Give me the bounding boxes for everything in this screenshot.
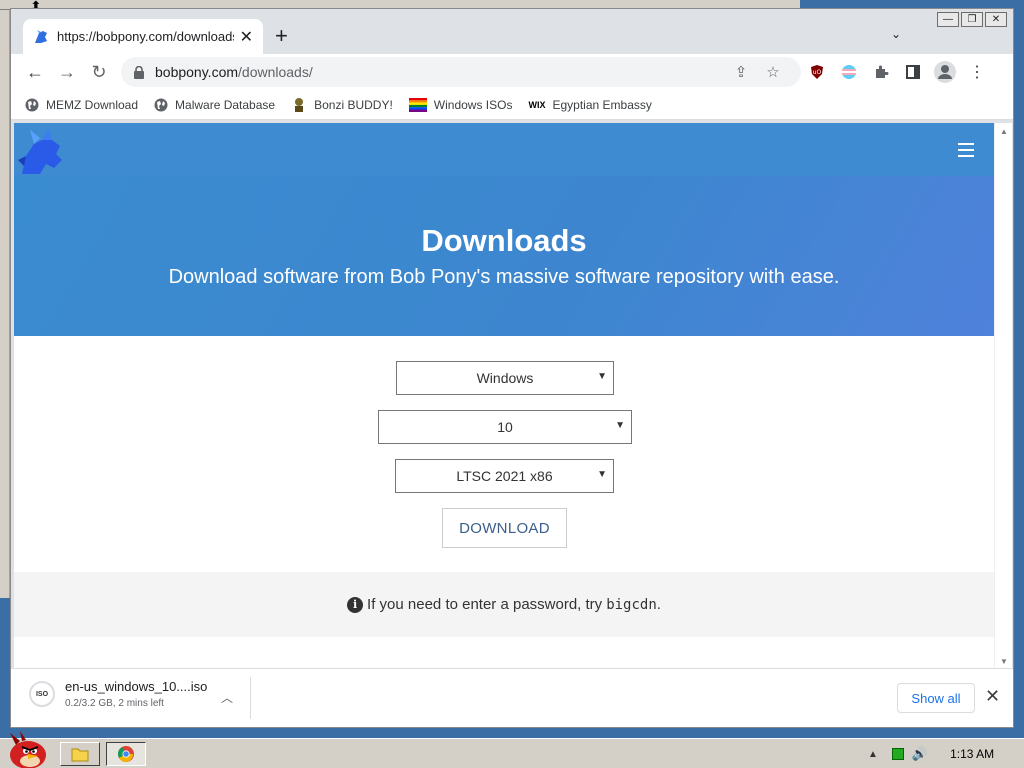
tab-downloads[interactable]: https://bobpony.com/downloads ✕ (23, 19, 263, 54)
taskbar: ▲ 🔊 1:13 AM (0, 731, 1024, 768)
network-icon[interactable] (891, 748, 904, 760)
globe-icon (25, 98, 39, 111)
wix-icon: WIX (528, 99, 546, 110)
bookmark-bonzi-buddy[interactable]: Bonzi BUDDY! (291, 97, 393, 113)
bookmark-label: Bonzi BUDDY! (314, 97, 393, 112)
flag-extension-icon[interactable] (833, 64, 865, 80)
chevron-down-icon: ▼ (615, 420, 625, 431)
site-navbar (14, 123, 994, 176)
close-shelf-icon[interactable]: ✕ (985, 686, 1000, 707)
bookmark-label: Egyptian Embassy (552, 97, 652, 112)
bookmark-egyptian-embassy[interactable]: WIX Egyptian Embassy (528, 98, 651, 112)
browser-menu-icon[interactable]: ⋮ (961, 62, 993, 82)
version-select[interactable]: 10 ▼ (378, 410, 632, 444)
divider (250, 677, 251, 719)
edition-select-value: LTSC 2021 x86 (456, 468, 553, 484)
browser-window: — ❐ ✕ https://bobpony.com/downloads ✕ + … (10, 8, 1014, 728)
url-path: /downloads/ (238, 64, 313, 80)
share-icon[interactable]: ⇪ (725, 63, 757, 81)
bonzi-icon (295, 97, 304, 112)
window-controls: — ❐ ✕ (937, 12, 1007, 27)
back-button[interactable]: ← (19, 62, 51, 83)
download-status: 0.2/3.2 GB, 2 mins left (65, 698, 164, 709)
os-select[interactable]: Windows ▼ (396, 361, 614, 395)
rainbow-flag-icon (408, 97, 427, 112)
address-bar[interactable]: bobpony.com/downloads/ ⇪ ☆ (121, 57, 801, 87)
iso-file-label: ISO (35, 690, 49, 698)
extensions-puzzle-icon[interactable] (865, 64, 897, 80)
new-tab-button[interactable]: + (275, 25, 288, 47)
bookmark-label: Windows ISOs (433, 97, 513, 112)
password-hint-suffix: . (656, 596, 661, 613)
web-page: Downloads Download software from Bob Pon… (14, 123, 994, 668)
profile-avatar-icon[interactable] (929, 61, 961, 83)
bookmark-malware-database[interactable]: Malware Database (154, 98, 275, 112)
folder-icon (71, 748, 89, 762)
start-button-angry-bird-icon[interactable] (4, 731, 48, 768)
bookmark-star-icon[interactable]: ☆ (757, 63, 789, 81)
hero-section: Downloads Download software from Bob Pon… (14, 123, 994, 336)
minimize-button[interactable]: — (937, 12, 959, 27)
bookmarks-bar: MEMZ Download Malware Database Bonzi BUD… (11, 90, 1013, 120)
browser-toolbar: ← → ↻ bobpony.com/downloads/ ⇪ ☆ uO ⋮ (11, 54, 1013, 90)
password-hint: i If you need to enter a password, try b… (14, 572, 994, 637)
edition-select[interactable]: LTSC 2021 x86 ▼ (395, 459, 614, 493)
page-scrollbar[interactable]: ▲ ▼ (994, 123, 1012, 668)
chrome-icon (118, 746, 134, 762)
chevron-down-icon: ▼ (597, 469, 607, 480)
bookmark-label: MEMZ Download (46, 97, 139, 112)
side-panel-icon[interactable] (897, 64, 929, 80)
close-window-button[interactable]: ✕ (985, 12, 1007, 27)
url-host: bobpony.com (155, 64, 239, 80)
forward-button[interactable]: → (51, 62, 83, 83)
restore-button[interactable]: ❐ (961, 12, 983, 27)
lock-icon (134, 65, 144, 79)
password-value: bigcdn (606, 596, 657, 613)
download-button[interactable]: DOWNLOAD (442, 508, 567, 548)
info-icon: i (347, 596, 364, 613)
tab-title: https://bobpony.com/downloads (57, 29, 234, 44)
hamburger-menu-icon[interactable] (958, 143, 974, 161)
page-title: Downloads (421, 223, 587, 258)
bookmark-memz-download[interactable]: MEMZ Download (25, 98, 138, 112)
ublock-extension-icon[interactable]: uO (801, 64, 833, 80)
password-hint-text: If you need to enter a password, try (367, 596, 603, 613)
iso-file-icon: ISO (29, 681, 55, 707)
taskbar-chrome-button[interactable] (106, 742, 146, 766)
bookmark-windows-isos[interactable]: Windows ISOs (408, 97, 513, 112)
os-select-value: Windows (476, 370, 534, 386)
tray-expand-icon[interactable]: ▲ (868, 749, 878, 760)
scroll-up-icon[interactable]: ▲ (1000, 127, 1008, 136)
reload-button[interactable]: ↻ (83, 62, 115, 83)
url-text: bobpony.com/downloads/ (155, 64, 725, 80)
tab-close-icon[interactable]: ✕ (240, 27, 253, 47)
taskbar-explorer-button[interactable] (60, 742, 100, 766)
volume-icon[interactable]: 🔊 (912, 746, 928, 762)
show-all-button[interactable]: Show all (897, 683, 975, 713)
download-item[interactable]: ISO en-us_windows_10....iso 0.2/3.2 GB, … (29, 679, 207, 709)
tab-search-chevron-icon[interactable]: ⌄ (891, 27, 901, 41)
download-file-name: en-us_windows_10....iso (65, 679, 208, 694)
download-shelf: ISO en-us_windows_10....iso 0.2/3.2 GB, … (11, 668, 1013, 727)
bobpony-favicon-icon (35, 29, 47, 43)
version-select-value: 10 (497, 419, 513, 435)
taskbar-clock[interactable]: 1:13 AM (950, 747, 994, 761)
background-window-edge (0, 10, 10, 598)
chevron-down-icon: ▼ (597, 371, 607, 382)
bookmark-label: Malware Database (175, 97, 276, 112)
svg-text:uO: uO (813, 69, 822, 76)
globe-icon (154, 98, 168, 111)
scroll-down-icon[interactable]: ▼ (1000, 657, 1008, 666)
bobpony-logo-icon[interactable] (16, 126, 66, 176)
page-subtitle: Download software from Bob Pony's massiv… (168, 266, 840, 288)
system-tray: ▲ 🔊 1:13 AM (858, 742, 1024, 766)
chevron-up-icon[interactable]: ︿ (221, 689, 233, 706)
